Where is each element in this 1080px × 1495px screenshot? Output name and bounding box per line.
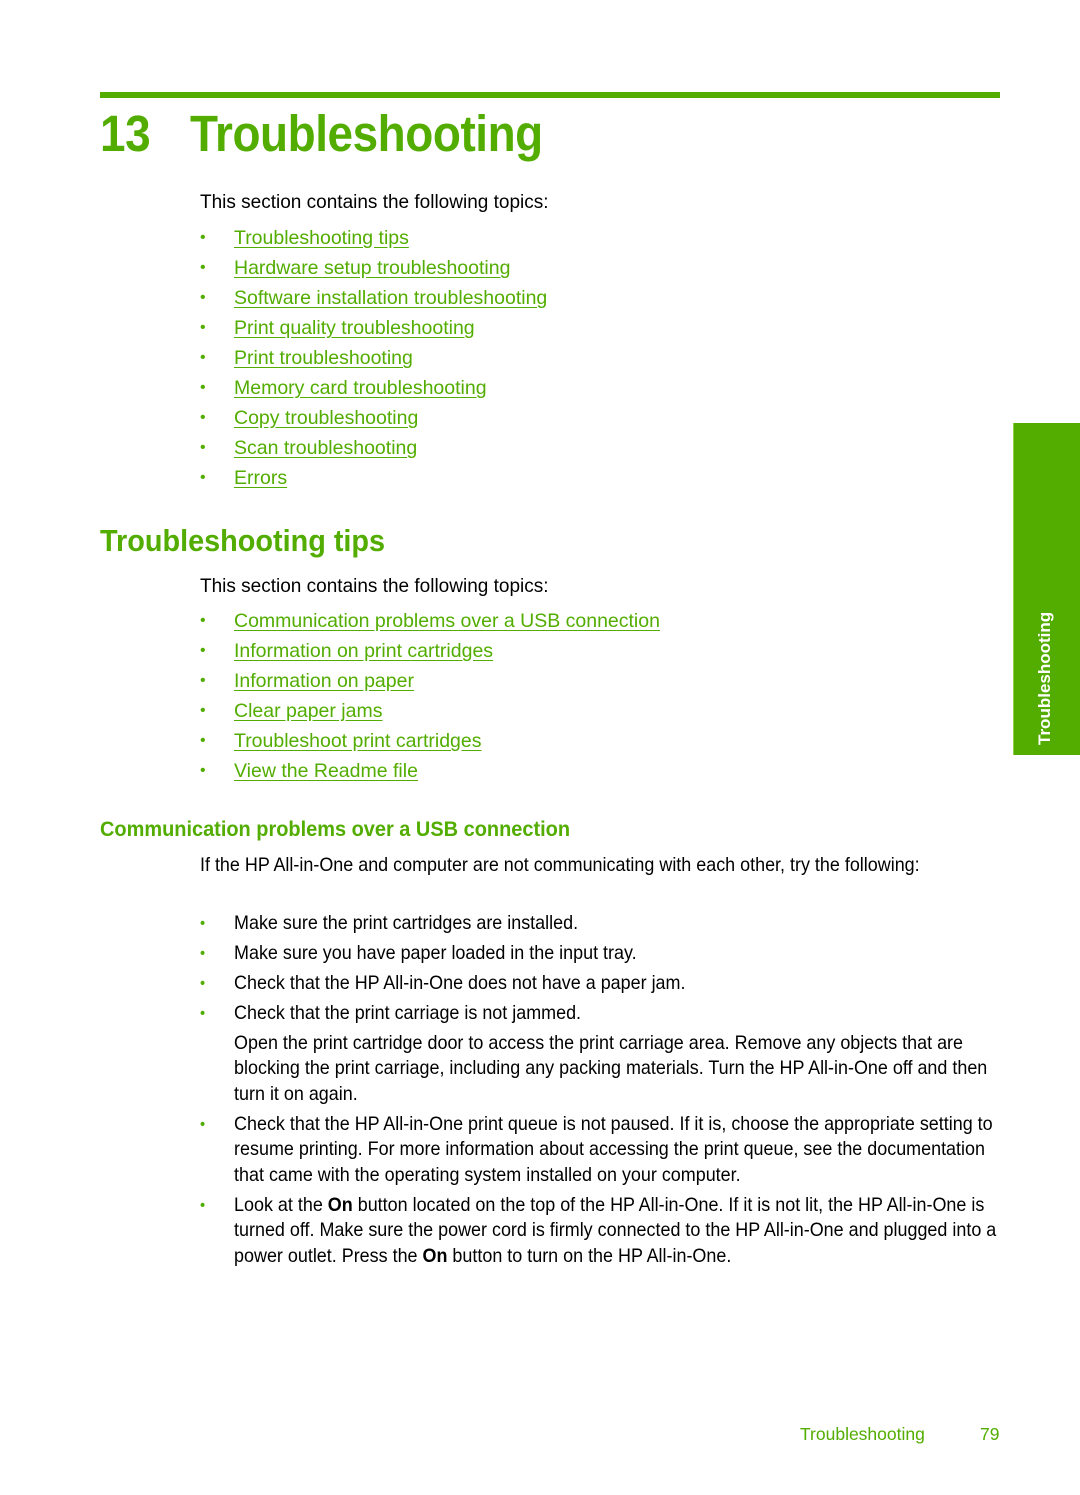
chapter-title-text: Troubleshooting bbox=[190, 105, 543, 162]
list-item: • Print troubleshooting bbox=[200, 343, 547, 373]
list-item: • Errors bbox=[200, 463, 547, 493]
link-print-troubleshooting[interactable]: Print troubleshooting bbox=[234, 347, 413, 369]
side-chapter-tab: Troubleshooting bbox=[1013, 423, 1080, 755]
list-item: • Scan troubleshooting bbox=[200, 433, 547, 463]
list-item: • Communication problems over a USB conne… bbox=[200, 606, 660, 636]
bullet-icon: • bbox=[200, 762, 206, 779]
link-hardware-setup[interactable]: Hardware setup troubleshooting bbox=[234, 257, 510, 279]
list-item: • Memory card troubleshooting bbox=[200, 373, 547, 403]
chapter-topics-list: • Troubleshooting tips • Hardware setup tr… bbox=[200, 223, 547, 493]
bullet-icon: • bbox=[200, 702, 206, 719]
link-paper-info[interactable]: Information on paper bbox=[234, 670, 414, 692]
on-button-label: On bbox=[327, 1193, 353, 1216]
list-item: • Troubleshoot print cartridges bbox=[200, 726, 660, 756]
step-text: Check that the print carriage is not jam… bbox=[234, 1002, 582, 1024]
bullet-icon: • bbox=[200, 642, 206, 659]
section-heading-tips: Troubleshooting tips bbox=[100, 523, 386, 558]
link-errors[interactable]: Errors bbox=[234, 467, 287, 489]
bullet-icon: • bbox=[200, 409, 206, 426]
bullet-icon: • bbox=[200, 349, 206, 366]
section-heading-usb: Communication problems over a USB connec… bbox=[100, 818, 571, 841]
step-text: Make sure the print cartridges are insta… bbox=[234, 912, 579, 934]
on-button-label: On bbox=[422, 1244, 448, 1267]
bullet-icon: • bbox=[200, 1196, 206, 1214]
link-print-quality[interactable]: Print quality troubleshooting bbox=[234, 317, 475, 339]
usb-steps-list: • Make sure the print cartridges are inst… bbox=[200, 911, 1000, 1274]
chapter-rule bbox=[100, 92, 1000, 98]
list-item: • Print quality troubleshooting bbox=[200, 313, 547, 343]
list-item: • Troubleshooting tips bbox=[200, 223, 547, 253]
list-item: • View the Readme file bbox=[200, 756, 660, 786]
link-scan[interactable]: Scan troubleshooting bbox=[234, 437, 417, 459]
link-copy[interactable]: Copy troubleshooting bbox=[234, 407, 418, 429]
list-item: • Check that the HP All-in-One print queu… bbox=[200, 1112, 1000, 1189]
step-text-part: Look at the bbox=[234, 1193, 328, 1216]
chapter-title: 13 Troubleshooting bbox=[100, 100, 543, 168]
link-print-cartridges-info[interactable]: Information on print cartridges bbox=[234, 640, 493, 662]
bullet-icon: • bbox=[200, 732, 206, 749]
bullet-icon: • bbox=[200, 289, 206, 306]
step-text-part: button to turn on the HP All-in-One. bbox=[447, 1244, 732, 1267]
bullet-icon: • bbox=[200, 1005, 206, 1022]
list-item: • Information on print cartridges bbox=[200, 636, 660, 666]
step-text: Make sure you have paper loaded in the i… bbox=[234, 942, 637, 964]
link-readme-file[interactable]: View the Readme file bbox=[234, 760, 418, 782]
link-clear-paper-jams[interactable]: Clear paper jams bbox=[234, 700, 382, 722]
step-text: Check that the HP All-in-One print queue… bbox=[234, 1112, 993, 1186]
bullet-icon: • bbox=[200, 915, 206, 932]
bullet-icon: • bbox=[200, 319, 206, 336]
bullet-icon: • bbox=[200, 672, 206, 689]
link-troubleshoot-cartridges[interactable]: Troubleshoot print cartridges bbox=[234, 730, 481, 752]
list-item: • Check that the print carriage is not ja… bbox=[200, 1001, 1000, 1107]
tips-intro: This section contains the following topi… bbox=[200, 576, 549, 597]
bullet-icon: • bbox=[200, 379, 206, 396]
bullet-icon: • bbox=[200, 229, 206, 246]
list-item: • Look at the On button located on the to… bbox=[200, 1193, 1000, 1270]
link-troubleshooting-tips[interactable]: Troubleshooting tips bbox=[234, 227, 409, 249]
bullet-icon: • bbox=[200, 945, 206, 962]
list-item: • Make sure the print cartridges are inst… bbox=[200, 911, 1000, 937]
list-item: • Clear paper jams bbox=[200, 696, 660, 726]
chapter-intro: This section contains the following topi… bbox=[200, 192, 549, 213]
link-memory-card[interactable]: Memory card troubleshooting bbox=[234, 377, 487, 399]
tips-topics-list: • Communication problems over a USB conne… bbox=[200, 606, 660, 786]
link-software-installation[interactable]: Software installation troubleshooting bbox=[234, 287, 547, 309]
list-item: • Hardware setup troubleshooting bbox=[200, 253, 547, 283]
step-text: Check that the HP All-in-One does not ha… bbox=[234, 972, 686, 994]
bullet-icon: • bbox=[200, 469, 206, 486]
usb-intro: If the HP All-in-One and computer are no… bbox=[200, 854, 920, 876]
bullet-icon: • bbox=[200, 259, 206, 276]
list-item: • Information on paper bbox=[200, 666, 660, 696]
bullet-icon: • bbox=[200, 439, 206, 456]
step-detail: Open the print cartridge door to access … bbox=[234, 1031, 988, 1105]
footer-section-label: Troubleshooting bbox=[800, 1424, 925, 1444]
list-item: • Make sure you have paper loaded in the … bbox=[200, 941, 1000, 967]
chapter-number: 13 bbox=[100, 105, 151, 162]
list-item: • Check that the HP All-in-One does not h… bbox=[200, 971, 1000, 997]
bullet-icon: • bbox=[200, 612, 206, 629]
link-usb-communication[interactable]: Communication problems over a USB connec… bbox=[234, 610, 660, 632]
side-tab-label: Troubleshooting bbox=[1035, 611, 1054, 745]
list-item: • Copy troubleshooting bbox=[200, 403, 547, 433]
list-item: • Software installation troubleshooting bbox=[200, 283, 547, 313]
bullet-icon: • bbox=[200, 975, 206, 992]
bullet-icon: • bbox=[200, 1115, 206, 1133]
footer-page-number: 79 bbox=[980, 1424, 1000, 1444]
